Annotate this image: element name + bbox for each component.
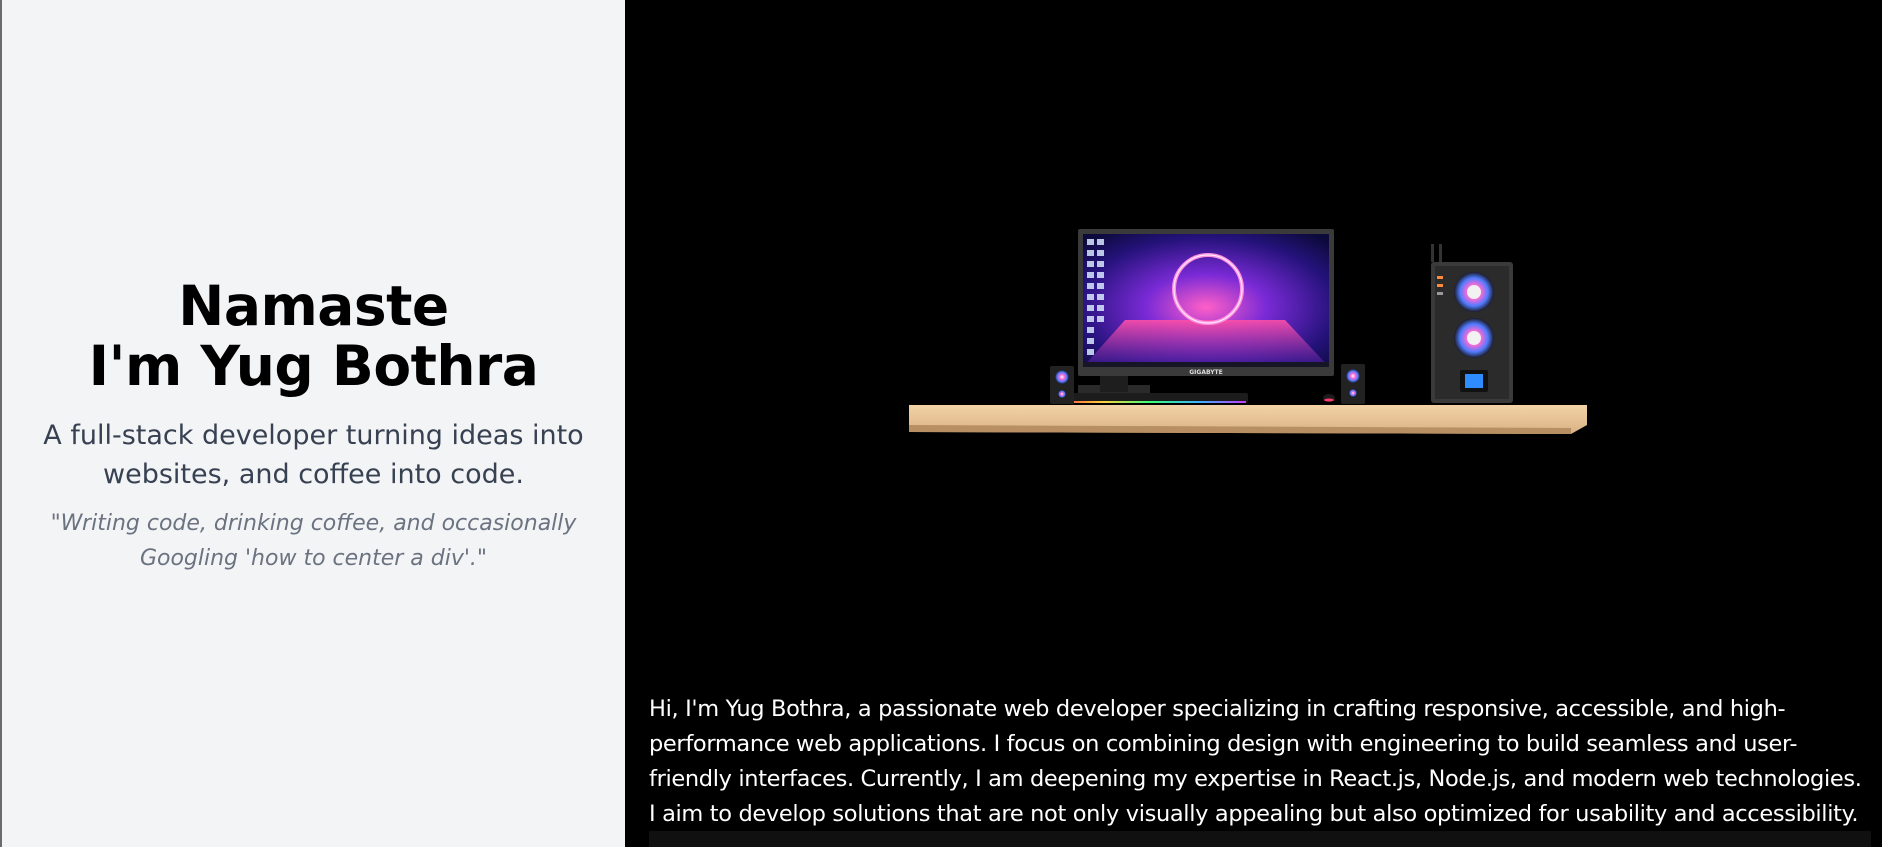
monitor: GIGABYTE bbox=[1078, 229, 1334, 401]
wooden-shelf bbox=[909, 405, 1587, 434]
hero-panel: Namaste I'm Yug Bothra A full-stack deve… bbox=[0, 0, 625, 847]
right-speaker bbox=[1341, 364, 1365, 404]
hero-name: I'm Yug Bothra bbox=[88, 333, 539, 398]
keyboard bbox=[1053, 393, 1248, 403]
hero-greeting: Namaste bbox=[178, 273, 449, 338]
desk-setup-3d-scene[interactable]: GIGABYTE bbox=[625, 0, 1882, 660]
hero-quote: "Writing code, drinking coffee, and occa… bbox=[50, 510, 577, 571]
left-speaker bbox=[1050, 366, 1074, 404]
mouse bbox=[1323, 394, 1335, 402]
hero-tagline: A full-stack developer turning ideas int… bbox=[43, 419, 584, 490]
monitor-brand-label: GIGABYTE bbox=[1189, 369, 1223, 376]
bottom-strip bbox=[649, 831, 1871, 847]
about-panel: GIGABYTE Hi, I'm Yug Bothra, a passionat… bbox=[625, 0, 1882, 847]
hero-heading: Namaste I'm Yug Bothra bbox=[89, 276, 539, 396]
about-description: Hi, I'm Yug Bothra, a passionate web dev… bbox=[649, 696, 1862, 827]
pc-tower bbox=[1431, 244, 1513, 403]
